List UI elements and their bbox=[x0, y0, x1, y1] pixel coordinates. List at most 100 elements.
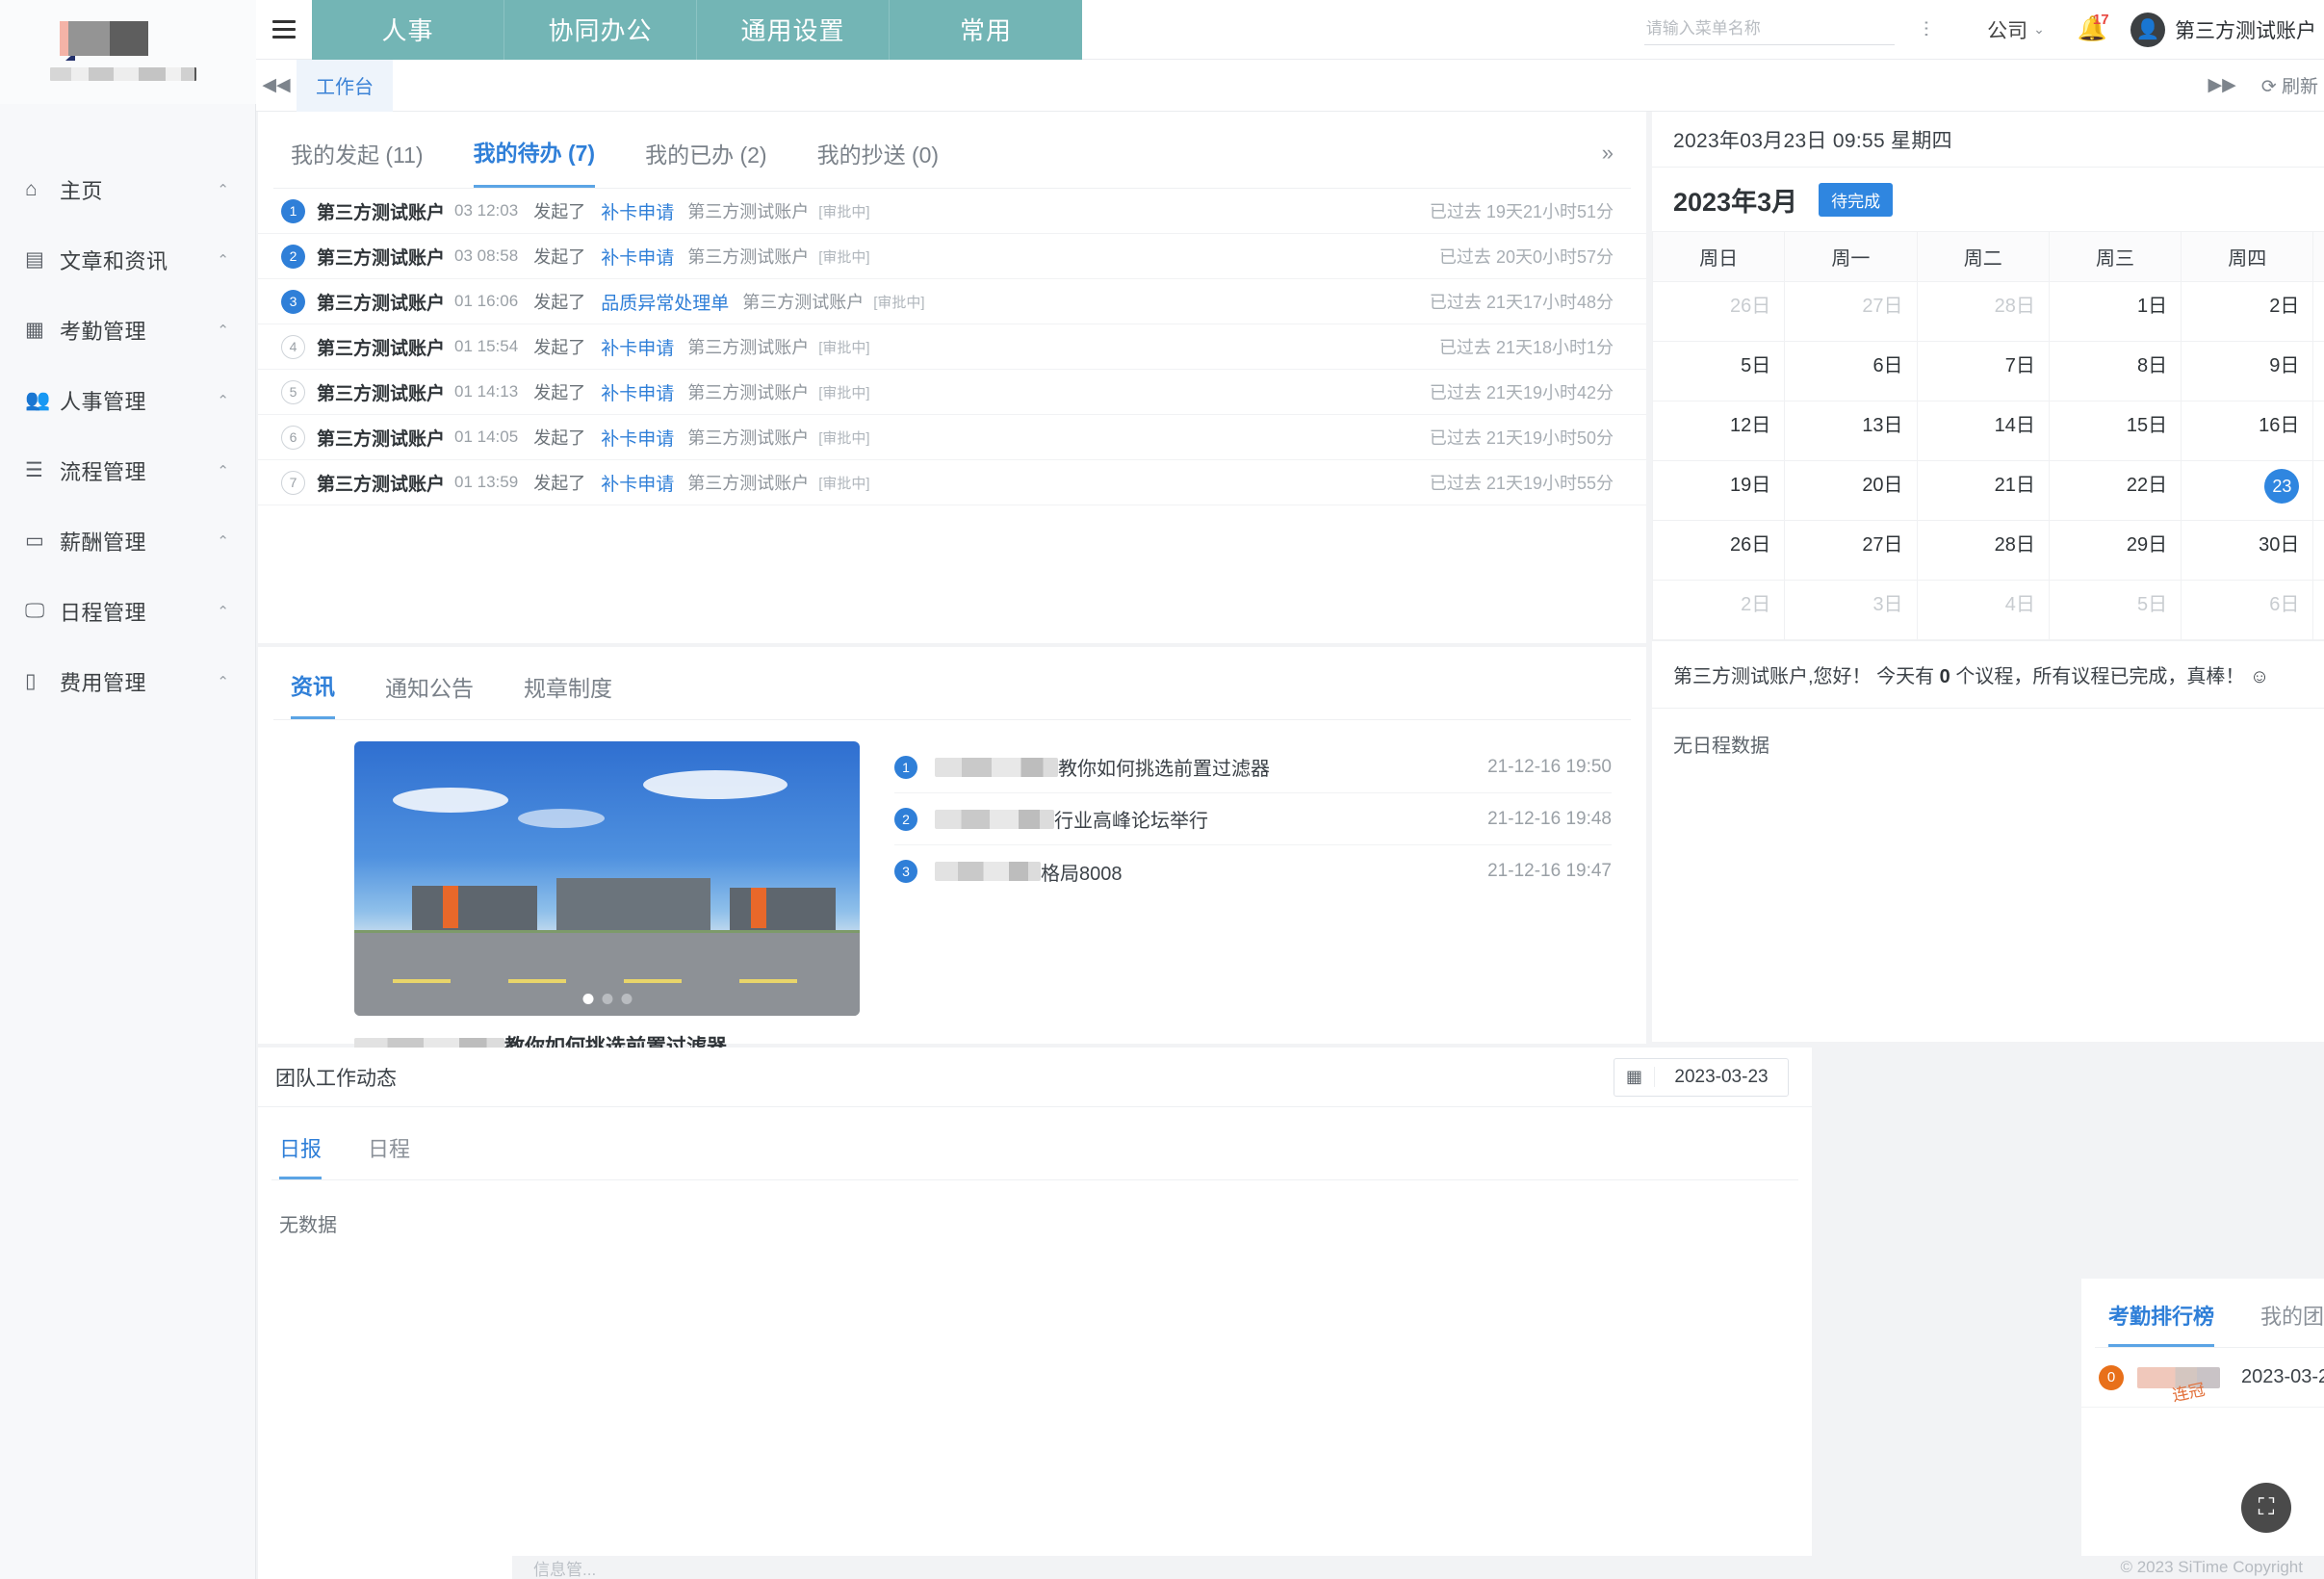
nav-item-3[interactable]: 常用 bbox=[890, 0, 1082, 60]
calendar-day-cell[interactable]: 7日 bbox=[2312, 580, 2324, 640]
team-activity-panel: 团队工作动态 ▦ 2023-03-23 日报 日程 无数据 bbox=[258, 1048, 1812, 1579]
refresh-button[interactable]: ⟳ 刷新 bbox=[2261, 72, 2318, 98]
team-tab-1[interactable]: 日程 bbox=[368, 1132, 410, 1179]
todo-row[interactable]: 3 第三方测试账户 01 16:06 发起了 品质异常处理单 第三方测试账户 [审批中] 已过… bbox=[258, 279, 1646, 324]
calendar-day-cell[interactable]: 3日 bbox=[1784, 580, 1918, 640]
calendar-day-cell[interactable]: 28日 bbox=[1916, 281, 2050, 342]
calendar-day-cell[interactable]: 16日 bbox=[2181, 401, 2314, 461]
calendar-day-cell[interactable]: 30日 bbox=[2181, 520, 2314, 581]
todo-tab-3[interactable]: 我的抄送 (0) bbox=[817, 137, 940, 187]
date-picker[interactable]: ▦ 2023-03-23 bbox=[1614, 1057, 1789, 1097]
form-link[interactable]: 补卡申请 bbox=[601, 334, 674, 360]
hamburger-icon[interactable] bbox=[256, 20, 312, 39]
scan-icon[interactable]: ⛶ bbox=[2241, 1483, 2291, 1533]
calendar-day-cell[interactable]: 29日 bbox=[2048, 520, 2182, 581]
calendar-day-cell[interactable]: 3日 bbox=[2312, 281, 2324, 342]
news-list-item[interactable]: 3 格局8008 21-12-16 19:47 bbox=[894, 845, 1612, 897]
calendar-day-cell[interactable]: 2日 bbox=[1651, 580, 1786, 640]
nav-item-1[interactable]: 协同办公 bbox=[504, 0, 697, 60]
username-label[interactable]: 第三方测试账户 bbox=[2175, 15, 2324, 44]
form-link[interactable]: 补卡申请 bbox=[601, 379, 674, 405]
todo-tab-2[interactable]: 我的已办 (2) bbox=[645, 137, 767, 187]
todo-row[interactable]: 5 第三方测试账户 01 14:13 发起了 补卡申请 第三方测试账户 [审批中] 已过去 2… bbox=[258, 370, 1646, 415]
footer-left-text[interactable]: 信息管... bbox=[533, 1556, 596, 1579]
todo-row[interactable]: 1 第三方测试账户 03 12:03 发起了 补卡申请 第三方测试账户 [审批中] 已过去 1… bbox=[258, 189, 1646, 234]
news-carousel[interactable] bbox=[354, 741, 860, 1016]
calendar-day-cell[interactable]: 1日 bbox=[2048, 281, 2182, 342]
calendar-day-cell[interactable]: 21日 bbox=[1916, 460, 2050, 521]
carousel-dot-1[interactable] bbox=[582, 994, 593, 1004]
calendar-day-cell[interactable]: 27日 bbox=[1784, 520, 1918, 581]
rank-tab-1[interactable]: 我的团队 bbox=[2260, 1300, 2324, 1347]
calendar-day-cell[interactable]: 2日 bbox=[2181, 281, 2314, 342]
nav-item-2[interactable]: 通用设置 bbox=[697, 0, 890, 60]
calendar-day-cell[interactable]: 26日 bbox=[1651, 520, 1786, 581]
calendar-day-cell[interactable]: 19日 bbox=[1651, 460, 1786, 521]
calendar-day-cell[interactable]: 5日 bbox=[2048, 580, 2182, 640]
calendar-day-cell[interactable]: 15日 bbox=[2048, 401, 2182, 461]
calendar-day-cell[interactable]: 4日 bbox=[1916, 580, 2050, 640]
calendar-day-cell[interactable]: 8日 bbox=[2048, 341, 2182, 401]
collapse-tabs-icon[interactable]: ◀◀ bbox=[256, 74, 297, 96]
form-link[interactable]: 品质异常处理单 bbox=[601, 289, 729, 315]
calendar-day-cell[interactable]: 24日 bbox=[2312, 460, 2324, 521]
carousel-dot-2[interactable] bbox=[602, 994, 612, 1004]
calendar-day-cell[interactable]: 27日 bbox=[1784, 281, 1918, 342]
todo-row[interactable]: 6 第三方测试账户 01 14:05 发起了 补卡申请 第三方测试账户 [审批中] 已过去 2… bbox=[258, 415, 1646, 460]
avatar[interactable]: 👤 bbox=[2130, 12, 2165, 47]
info-icon[interactable]: ⵗ bbox=[1924, 17, 1929, 41]
form-link[interactable]: 补卡申请 bbox=[601, 425, 674, 451]
calendar-day-cell[interactable]: 14日 bbox=[1916, 401, 2050, 461]
pending-filter-badge[interactable]: 待完成 bbox=[1819, 182, 1894, 217]
tab-workbench[interactable]: 工作台 bbox=[297, 59, 393, 112]
calendar-day-cell[interactable]: 10日 bbox=[2312, 341, 2324, 401]
calendar-day-cell[interactable]: 6日 bbox=[1784, 341, 1918, 401]
calendar-day-cell[interactable]: 17日 bbox=[2312, 401, 2324, 461]
news-list-item[interactable]: 1 教你如何挑选前置过滤器 21-12-16 19:50 bbox=[894, 741, 1612, 793]
todo-row[interactable]: 7 第三方测试账户 01 13:59 发起了 补卡申请 第三方测试账户 [审批中] 已过去 2… bbox=[258, 460, 1646, 505]
news-list-item[interactable]: 2 行业高峰论坛举行 21-12-16 19:48 bbox=[894, 793, 1612, 845]
form-link[interactable]: 补卡申请 bbox=[601, 198, 674, 224]
expand-tabs-icon[interactable]: ▶▶ bbox=[2208, 74, 2236, 96]
news-tab-0[interactable]: 资讯 bbox=[291, 668, 335, 719]
calendar-day-cell[interactable]: 23 bbox=[2181, 460, 2314, 521]
sidebar-item-1[interactable]: ▤ 文章和资讯 ⌃ bbox=[0, 224, 256, 295]
calendar-day-cell[interactable]: 7日 bbox=[1916, 341, 2050, 401]
calendar-day-cell[interactable]: 5日 bbox=[1651, 341, 1786, 401]
form-link[interactable]: 补卡申请 bbox=[601, 470, 674, 496]
calendar-day-cell[interactable]: 13日 bbox=[1784, 401, 1918, 461]
company-selector[interactable]: 公司 bbox=[1987, 15, 2027, 44]
notifications-button[interactable]: 🔔 17 bbox=[2078, 12, 2109, 43]
calendar-day-cell[interactable]: 9日 bbox=[2181, 341, 2314, 401]
team-tab-0[interactable]: 日报 bbox=[279, 1132, 323, 1179]
calendar-day-cell[interactable]: 12日 bbox=[1651, 401, 1786, 461]
carousel-dot-3[interactable] bbox=[621, 994, 632, 1004]
carousel-dots[interactable] bbox=[582, 994, 632, 1004]
todo-more-icon[interactable]: » bbox=[1602, 141, 1614, 183]
news-tab-1[interactable]: 通知公告 bbox=[385, 670, 474, 718]
search-input[interactable] bbox=[1643, 13, 1895, 45]
todo-tab-1[interactable]: 我的待办 (7) bbox=[473, 135, 596, 188]
sidebar-item-3[interactable]: 👥 人事管理 ⌃ bbox=[0, 365, 256, 435]
chevron-down-icon[interactable]: ⌄ bbox=[2033, 21, 2045, 38]
calendar-day-cell[interactable]: 26日 bbox=[1651, 281, 1786, 342]
calendar-day-cell[interactable]: 28日 bbox=[1916, 520, 2050, 581]
calendar-day-cell[interactable]: 20日 bbox=[1784, 460, 1918, 521]
calendar-day-cell[interactable]: 22日 bbox=[2048, 460, 2182, 521]
sidebar-item-4[interactable]: ☰ 流程管理 ⌃ bbox=[0, 435, 256, 505]
sidebar-item-5[interactable]: ▭ 薪酬管理 ⌃ bbox=[0, 505, 256, 576]
sidebar-item-7[interactable]: ▯ 费用管理 ⌃ bbox=[0, 646, 256, 716]
calendar-day-cell[interactable]: 6日 bbox=[2181, 580, 2314, 640]
news-tab-2[interactable]: 规章制度 bbox=[524, 670, 612, 718]
sidebar-item-2[interactable]: ▦ 考勤管理 ⌃ bbox=[0, 295, 256, 365]
todo-row[interactable]: 2 第三方测试账户 03 08:58 发起了 补卡申请 第三方测试账户 [审批中] 已过去 2… bbox=[258, 234, 1646, 279]
rank-row[interactable]: 0连冠2023-03-23 07:39:290 bbox=[2081, 1348, 2324, 1408]
sidebar-item-0[interactable]: ⌂ 主页 ⌃ bbox=[0, 154, 256, 224]
form-link[interactable]: 补卡申请 bbox=[601, 244, 674, 270]
sidebar-item-6[interactable]: 🖵 日程管理 ⌃ bbox=[0, 576, 256, 646]
calendar-day-cell[interactable]: 31日 bbox=[2312, 520, 2324, 581]
todo-tab-0[interactable]: 我的发起 (11) bbox=[291, 137, 424, 187]
todo-row[interactable]: 4 第三方测试账户 01 15:54 发起了 补卡申请 第三方测试账户 [审批中] 已过去 2… bbox=[258, 324, 1646, 370]
nav-item-0[interactable]: 人事 bbox=[312, 0, 504, 60]
rank-tab-0[interactable]: 考勤排行榜 bbox=[2108, 1300, 2215, 1347]
